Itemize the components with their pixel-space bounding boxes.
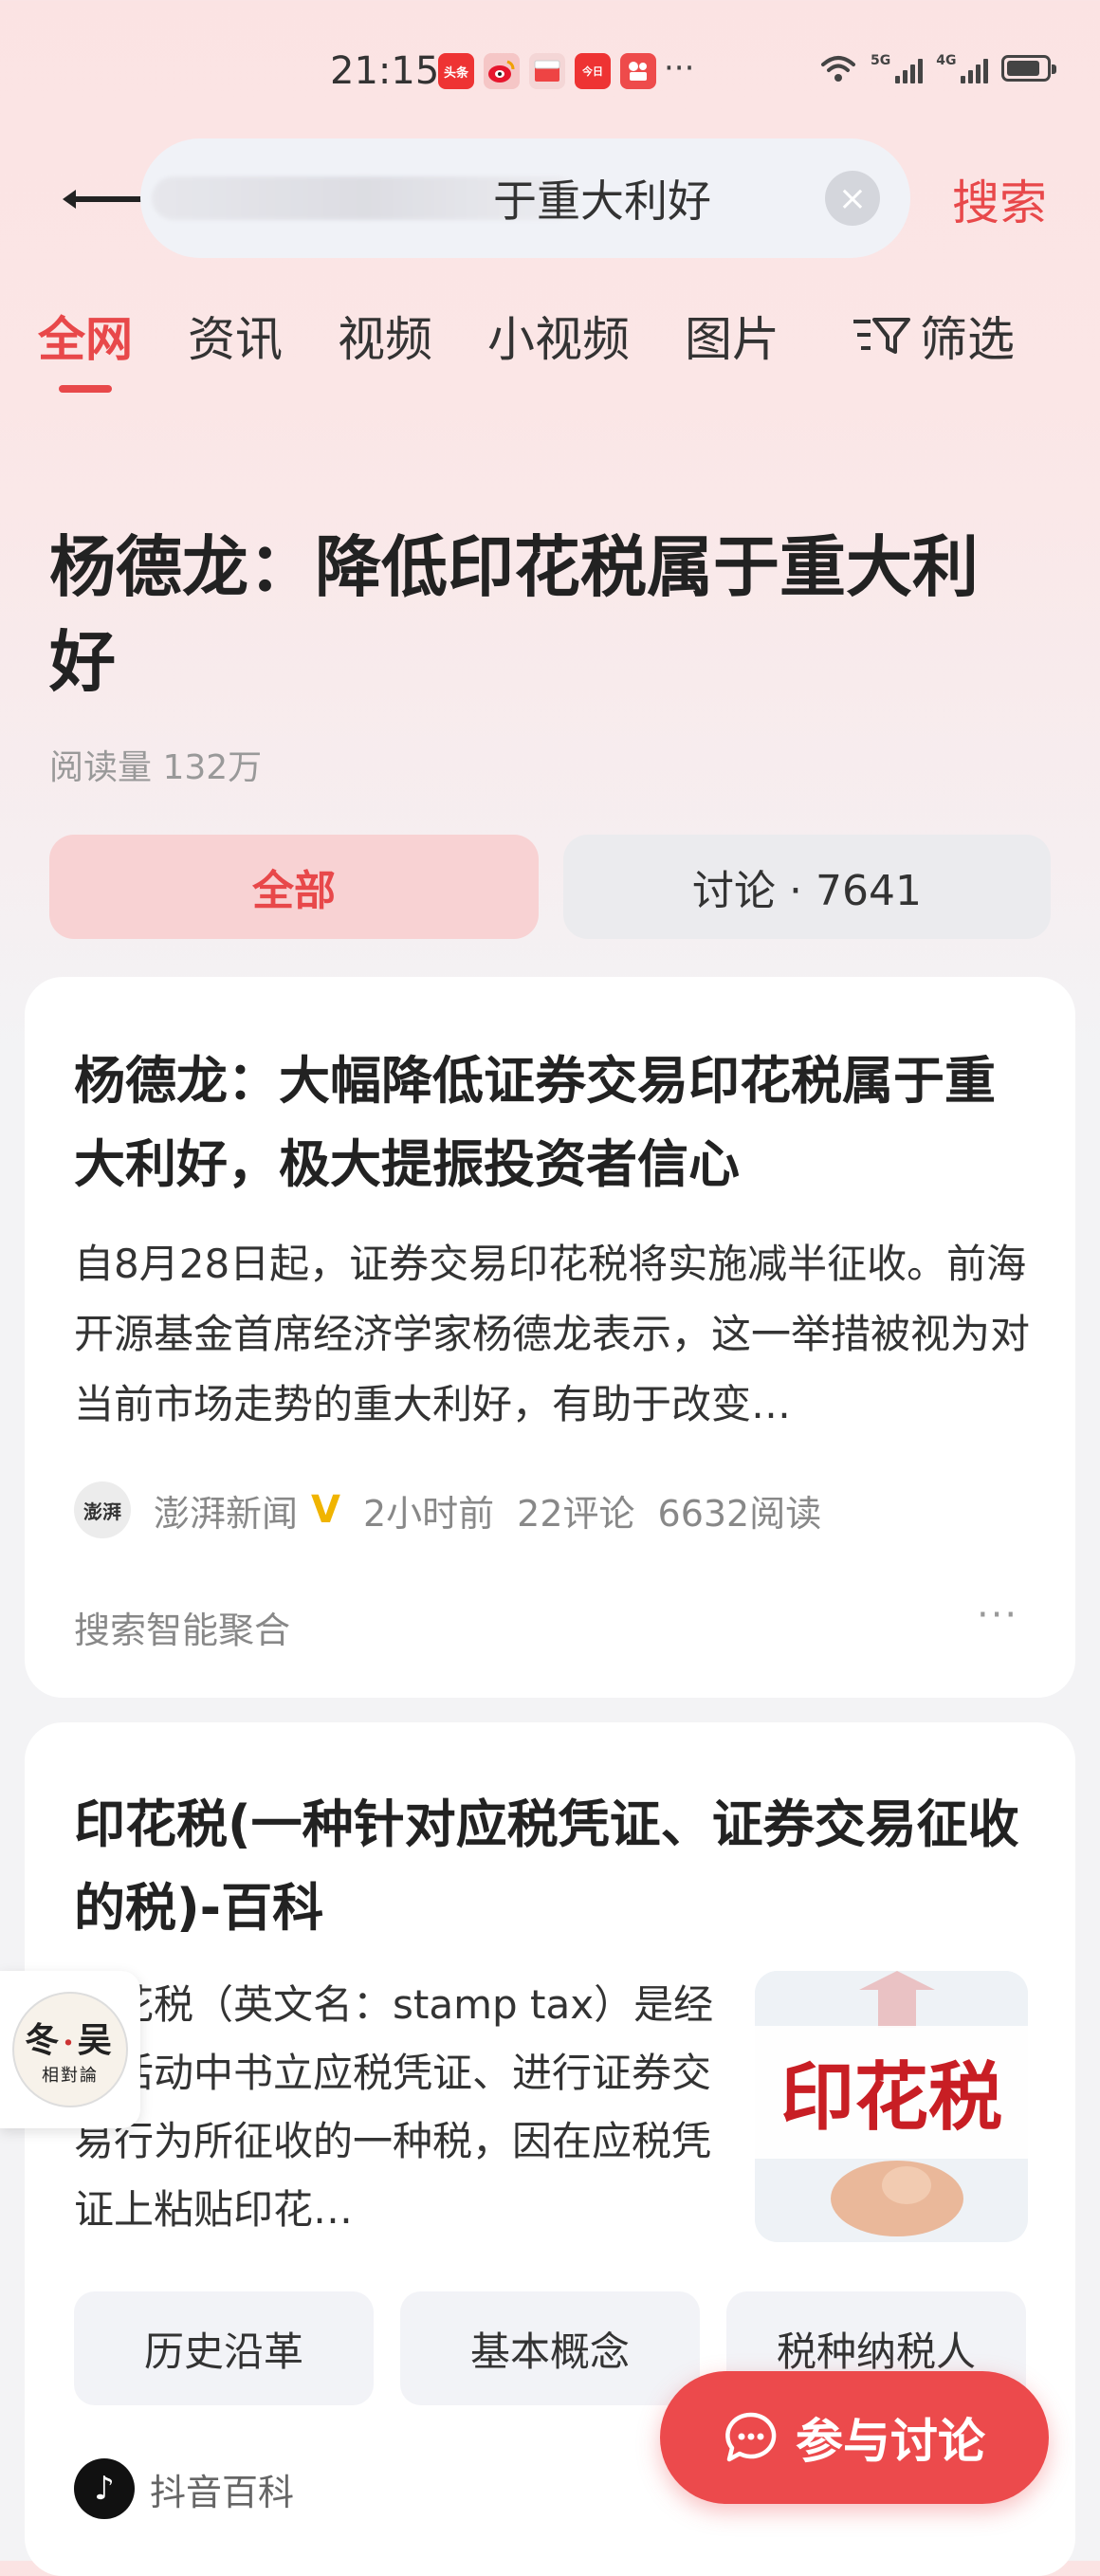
fab-label: 参与讨论 — [796, 2414, 985, 2469]
read-count-article: 6632阅读 — [657, 1492, 822, 1535]
encyclopedia-source-name: 抖音百科 — [150, 2471, 295, 2513]
status-time: 21:15 — [330, 49, 440, 93]
source-avatar: 澎湃 — [74, 1481, 131, 1538]
news-app-icon: 今日 — [575, 53, 611, 89]
battery-icon — [1001, 55, 1057, 82]
tab-all-web[interactable]: 全网 — [38, 302, 133, 393]
tab-images[interactable]: 图片 — [685, 302, 779, 370]
source-name[interactable]: 澎湃新闻 — [154, 1484, 298, 1536]
join-discussion-button[interactable]: 参与讨论 — [660, 2371, 1049, 2504]
filter-label: 筛选 — [920, 312, 1015, 367]
topic-title: 杨德龙：降低印花税属于重大利好 — [49, 528, 979, 701]
aggregation-label: 搜索智能聚合 — [74, 1610, 291, 1651]
news-result-title[interactable]: 杨德龙：大幅降低证券交易印花税属于重大利好，极大提振投资者信心 — [74, 1040, 1032, 1206]
news-result-summary: 自8月28日起，证券交易印花税将实施减半征收。前海开源基金首席经济学家杨德龙表示… — [74, 1241, 1031, 1427]
encyclopedia-source[interactable]: ♪ 抖音百科 — [74, 2458, 294, 2519]
tab-news[interactable]: 资讯 — [188, 302, 283, 370]
weibo-app-icon — [484, 53, 520, 89]
segment-all[interactable]: 全部 — [49, 835, 539, 939]
clear-icon[interactable]: × — [825, 171, 880, 226]
notification-icons: 头条 今日 — [438, 53, 656, 89]
svg-text:印花税: 印花税 — [780, 2055, 1002, 2141]
verified-badge: V — [311, 1488, 340, 1532]
chip-history[interactable]: 历史沿革 — [74, 2291, 374, 2405]
filter-button[interactable]: 筛选 — [853, 302, 1015, 370]
tab-video[interactable]: 视频 — [338, 302, 432, 370]
douyin-logo-icon: ♪ — [74, 2458, 135, 2519]
encyclopedia-summary: 印花税（英文名：stamp tax）是经济活动中书立应税凭证、进行证券交易行为所… — [74, 1981, 714, 2233]
chat-bubble-icon — [725, 2412, 777, 2462]
kuaishou-app-icon — [620, 53, 656, 89]
news-result-meta: 澎湃 澎湃新闻 V 2小时前 22评论 6632阅读 — [74, 1481, 821, 1538]
chip-basic-concept[interactable]: 基本概念 — [400, 2291, 700, 2405]
signal-4g-icon: 4G — [936, 53, 989, 83]
mail-app-icon — [529, 53, 565, 89]
encyclopedia-title[interactable]: 印花税(一种针对应税凭证、证券交易征收的税)-百科 — [74, 1783, 1032, 1950]
tab-short-video[interactable]: 小视频 — [487, 302, 630, 370]
watermark-logo: 冬•吴 相對論 — [12, 1992, 128, 2107]
more-options-icon[interactable]: ··· — [977, 1593, 1018, 1637]
system-indicators: 5G 4G — [819, 53, 1057, 83]
category-tabs: 全网 资讯 视频 小视频 图片 — [38, 302, 779, 393]
more-notifications-indicator: ··· — [664, 49, 695, 87]
floating-avatar-badge[interactable]: 冬•吴 相對論 — [0, 1971, 140, 2128]
read-count: 阅读量 132万 — [49, 748, 263, 787]
publish-time: 2小时前 — [362, 1492, 495, 1535]
comment-count: 22评论 — [517, 1492, 635, 1535]
wifi-icon — [821, 56, 855, 82]
segment-discussion[interactable]: 讨论 · 7641 — [563, 835, 1051, 939]
battery-level — [1007, 61, 1040, 76]
search-button[interactable]: 搜索 — [952, 165, 1047, 233]
search-query-text: 于重大利好 — [493, 175, 711, 227]
filter-icon — [853, 318, 910, 354]
toutiao-app-icon: 头条 — [438, 53, 474, 89]
stamp-tax-thumbnail[interactable]: 印花税 — [755, 1971, 1028, 2242]
signal-5g-icon: 5G — [871, 53, 924, 83]
